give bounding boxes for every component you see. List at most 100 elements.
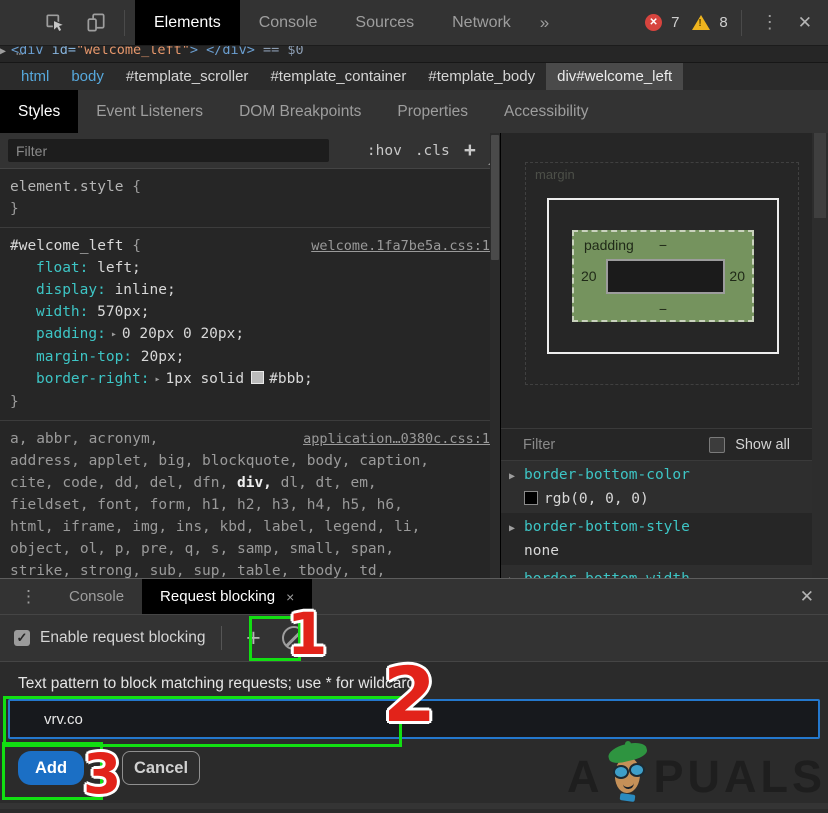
color-swatch[interactable] (251, 371, 264, 384)
padding-top-value[interactable]: − (659, 237, 667, 253)
tab-network[interactable]: Network (433, 0, 530, 45)
css-property-row[interactable]: border-right:▸1px solid#bbb; (10, 368, 490, 391)
annotation-highlight-step2 (3, 696, 402, 747)
breadcrumb-template-body[interactable]: #template_body (417, 63, 546, 91)
drawer-horizontal-scrollbar[interactable] (0, 803, 828, 809)
expand-icon[interactable]: ▸ (111, 329, 117, 340)
stylesheet-link[interactable]: welcome.1fa7be5a.css:1 (311, 235, 490, 257)
enable-request-blocking-label: Enable request blocking (40, 629, 205, 647)
reset-rule[interactable]: application…0380c.css:1 a, abbr, acronym… (0, 421, 500, 578)
computed-filter-input[interactable]: Filter (523, 437, 555, 453)
dom-tag-end: > (190, 46, 206, 58)
scrollbar-thumb[interactable] (491, 135, 499, 260)
box-model-diagram: margin padding − 20 20 − (501, 133, 812, 415)
enable-request-blocking-checkbox[interactable]: ✓ (14, 630, 30, 646)
padding-bottom-value[interactable]: − (659, 301, 667, 317)
disclosure-icon[interactable]: ▶ (0, 46, 6, 57)
dom-selector-hint: == $0 (255, 46, 304, 58)
devtools-toolbar: Elements Console Sources Network » ✕ 7 !… (0, 0, 828, 46)
padding-left-value[interactable]: 20 (581, 268, 597, 284)
padding-label: padding (584, 237, 634, 253)
inspect-element-icon[interactable] (42, 11, 66, 35)
appuals-watermark: A PUALS (567, 743, 826, 803)
breadcrumb-template-scroller[interactable]: #template_scroller (115, 63, 260, 91)
computed-row[interactable]: ▶border-bottom-color rgb(0, 0, 0) (501, 461, 812, 513)
dom-tag-close: </div> (206, 46, 255, 58)
toolbar-divider (124, 10, 125, 36)
color-swatch (524, 491, 538, 505)
drawer-menu-icon[interactable]: ⋮ (20, 587, 37, 607)
tab-accessibility[interactable]: Accessibility (486, 90, 606, 133)
css-property-row[interactable]: float: left; (10, 257, 490, 279)
expand-icon[interactable]: ▶ (509, 518, 524, 540)
warning-icon[interactable]: ! (692, 15, 710, 30)
tab-console[interactable]: Console (240, 0, 337, 45)
tab-elements[interactable]: Elements (135, 0, 240, 45)
computed-pane: margin padding − 20 20 − Filter Show all… (501, 133, 828, 578)
tab-dom-breakpoints[interactable]: DOM Breakpoints (221, 90, 379, 133)
breadcrumb: html body #template_scroller #template_c… (0, 62, 828, 91)
devtools-menu-icon[interactable]: ⋮ (755, 12, 785, 33)
css-property-row[interactable]: padding:▸0 20px 0 20px; (10, 323, 490, 346)
annotation-number-2: 2 (383, 657, 436, 733)
annotation-number-3: 3 (83, 747, 121, 802)
styles-pane: :hov .cls + element.style { } welcome.1f… (0, 133, 501, 578)
tab-sources[interactable]: Sources (336, 0, 433, 45)
dom-attr-value: "welcome_left" (76, 46, 190, 58)
drawer-tab-console[interactable]: Console (51, 579, 142, 614)
tab-properties[interactable]: Properties (379, 90, 486, 133)
css-property-row[interactable]: display: inline; (10, 279, 490, 301)
toolbar-divider (741, 10, 742, 36)
breadcrumb-template-container[interactable]: #template_container (259, 63, 417, 91)
show-all-checkbox[interactable] (709, 437, 725, 453)
padding-right-value[interactable]: 20 (729, 268, 745, 284)
drawer-tabs: ⋮ Console Request blocking × ✕ (0, 579, 828, 615)
styles-filter-input[interactable] (8, 139, 329, 162)
dom-tree-row[interactable]: ⋯ ▶<div id="welcome_left"> </div> == $0 (0, 46, 828, 62)
styles-filter-bar: :hov .cls + (0, 133, 500, 169)
sidebar-tabs: Styles Event Listeners DOM Breakpoints P… (0, 90, 828, 133)
drawer-close-icon[interactable]: ✕ (800, 587, 814, 607)
box-model-border[interactable]: padding − 20 20 − (547, 198, 779, 354)
stylesheet-link[interactable]: application…0380c.css:1 (303, 428, 490, 450)
new-style-rule-icon[interactable]: + (464, 141, 476, 161)
devtools-close-icon[interactable]: ✕ (794, 13, 816, 33)
box-model-padding[interactable]: padding − 20 20 − (572, 230, 754, 322)
toolbar-divider (221, 626, 222, 650)
scrollbar-thumb[interactable] (814, 133, 826, 218)
error-badge-icon[interactable]: ✕ (645, 14, 662, 31)
dom-tag-open: <div (11, 46, 44, 58)
computed-properties-list: ▶border-bottom-color rgb(0, 0, 0) ▶borde… (501, 461, 812, 578)
more-tabs-icon[interactable]: » (540, 13, 547, 33)
computed-row[interactable]: ▶border-bottom-style none (501, 513, 812, 565)
error-count[interactable]: 7 (671, 14, 679, 31)
element-style-rule[interactable]: element.style { } (0, 169, 500, 228)
styles-scrollbar[interactable] (490, 133, 500, 578)
box-model-content[interactable] (606, 259, 725, 294)
computed-row[interactable]: ▶border-bottom-width (501, 565, 812, 578)
show-all-label: Show all (735, 437, 790, 453)
tab-event-listeners[interactable]: Event Listeners (78, 90, 221, 133)
breadcrumb-welcome-left[interactable]: div#welcome_left (546, 63, 683, 91)
expand-icon[interactable]: ▸ (155, 374, 161, 385)
cls-toggle[interactable]: .cls (415, 143, 450, 159)
device-toolbar-icon[interactable] (84, 11, 108, 35)
matched-selector: div, (237, 475, 272, 491)
breadcrumb-html[interactable]: html (10, 63, 60, 91)
breadcrumb-body[interactable]: body (60, 63, 115, 91)
warning-count[interactable]: 8 (719, 14, 727, 31)
css-property-row[interactable]: margin-top: 20px; (10, 346, 490, 368)
cancel-button[interactable]: Cancel (122, 751, 200, 785)
welcome-left-rule[interactable]: welcome.1fa7be5a.css:1 #welcome_left { f… (0, 228, 500, 421)
annotation-number-1: 1 (287, 605, 327, 663)
computed-scrollbar[interactable] (812, 133, 828, 578)
devtools-window: Elements Console Sources Network » ✕ 7 !… (0, 0, 828, 813)
expand-icon[interactable]: ▶ (509, 570, 524, 578)
drawer: ⋮ Console Request blocking × ✕ ✓ Enable … (0, 578, 828, 813)
tab-styles[interactable]: Styles (0, 90, 78, 133)
appuals-mascot-icon (604, 743, 652, 803)
rule-selector: #welcome_left (10, 238, 124, 254)
css-property-row[interactable]: width: 570px; (10, 301, 490, 323)
hov-toggle[interactable]: :hov (367, 143, 402, 159)
expand-icon[interactable]: ▶ (509, 466, 524, 488)
